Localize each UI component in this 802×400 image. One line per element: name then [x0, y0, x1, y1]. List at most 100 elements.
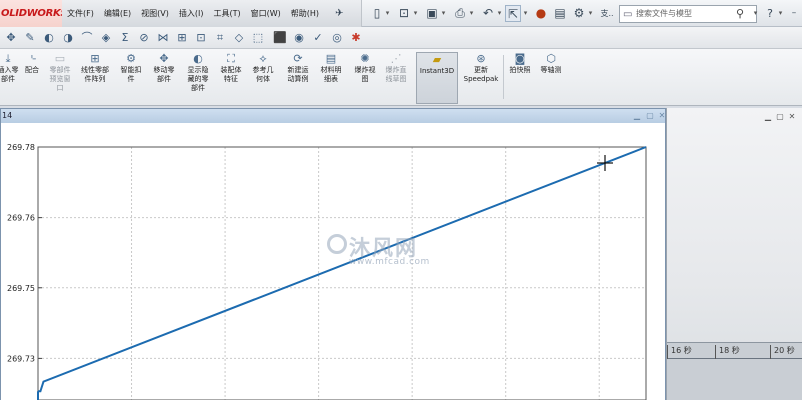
instant3d-button[interactable]: ▰ Instant3D: [416, 52, 458, 104]
file-properties-icon[interactable]: ▤: [553, 5, 567, 22]
chevron-down-icon[interactable]: ▾: [496, 5, 503, 22]
plot-window-title: 14: [2, 111, 13, 120]
move-icon[interactable]: ✥: [3, 30, 19, 46]
timeline-tick: 18 秒: [715, 345, 740, 359]
link-icon[interactable]: ⌗: [212, 30, 228, 46]
menu-help[interactable]: 帮助(H): [286, 8, 324, 19]
save-icon[interactable]: ▣: [424, 5, 440, 22]
isometric-button[interactable]: ⬡ 等轴测: [537, 52, 565, 75]
series-line: [38, 146, 647, 393]
chevron-down-icon[interactable]: ▾: [412, 5, 419, 22]
component-preview-button[interactable]: ▭ 零部件 预览窗 口: [45, 52, 75, 93]
more-label[interactable]: 支..: [597, 5, 617, 22]
chevron-down-icon[interactable]: ▾: [777, 5, 784, 22]
insert-component-button[interactable]: ⤓ 插入零 部件: [0, 52, 20, 84]
move-component-icon: ✥: [159, 52, 169, 65]
select-icon[interactable]: ⇱: [505, 5, 521, 22]
reference-geometry-icon: ⟡: [259, 52, 267, 65]
edit-icon[interactable]: ✎: [22, 30, 38, 46]
restore-icon[interactable]: ▢: [775, 112, 785, 122]
new-file-icon[interactable]: ▯: [370, 5, 384, 22]
assembly-feature-icon: ⛶: [227, 52, 235, 65]
help-button[interactable]: ?: [764, 5, 776, 22]
move-component-button[interactable]: ✥ 移动零 部件: [148, 52, 180, 84]
timeline-tick: 16 秒: [667, 345, 692, 359]
y-tick-label: 269.78: [7, 143, 35, 152]
snapshot-icon: ◙: [514, 52, 526, 65]
search-icon[interactable]: ⚲: [736, 7, 744, 20]
motion-timeline[interactable]: 16 秒 18 秒 20 秒: [667, 342, 802, 400]
open-file-icon[interactable]: ⊡: [396, 5, 412, 22]
view-icon[interactable]: ◑: [60, 30, 76, 46]
maximize-icon[interactable]: ▢: [644, 110, 656, 121]
explode-line-icon: ⋰: [390, 52, 402, 65]
chevron-down-icon[interactable]: ▾: [752, 5, 759, 22]
appearance-icon[interactable]: ◉: [291, 30, 307, 46]
chevron-down-icon[interactable]: ▾: [384, 5, 391, 22]
speedpak-button[interactable]: ⊛ 更新 Speedpak: [461, 52, 501, 84]
hide-icon[interactable]: ⊘: [136, 30, 152, 46]
y-tick-label: 269.75: [7, 284, 35, 293]
explode-line-button[interactable]: ⋰ 爆炸直 线草图: [381, 52, 411, 84]
orient-icon[interactable]: ⬚: [250, 30, 266, 46]
measure-icon[interactable]: ⋈: [155, 30, 171, 46]
exploded-view-button[interactable]: ✺ 爆炸视 图: [350, 52, 380, 84]
close-icon[interactable]: ✕: [787, 112, 797, 122]
y-tick-label: 269.73: [7, 354, 35, 363]
minimize-icon[interactable]: –: [788, 5, 800, 22]
assembly-feature-button[interactable]: ⛶ 装配体 特征: [216, 52, 246, 84]
minimize-icon[interactable]: ▁: [763, 112, 773, 122]
sum-icon[interactable]: Σ: [117, 30, 133, 46]
menu-insert[interactable]: 插入(I): [174, 8, 209, 19]
menu-tools[interactable]: 工具(T): [208, 8, 245, 19]
minimize-icon[interactable]: ▁: [631, 110, 643, 121]
reference-geometry-button[interactable]: ⟡ 参考几 何体: [248, 52, 278, 84]
chevron-down-icon[interactable]: ▾: [468, 5, 475, 22]
settings-icon[interactable]: ✱: [348, 30, 364, 46]
component-preview-icon: ▭: [54, 52, 66, 65]
show-hidden-icon: ◐: [193, 52, 203, 65]
gear-icon[interactable]: ⚙: [572, 5, 586, 22]
graphics-area[interactable]: ▁ ▢ ✕ 16 秒 18 秒 20 秒: [666, 108, 802, 400]
plot-window-caption: 14 ▁ ▢ ✕: [1, 109, 665, 123]
motion-study-button[interactable]: ⟳ 新建运 动算例: [283, 52, 313, 84]
transform-icon[interactable]: ⊡: [193, 30, 209, 46]
layer-icon[interactable]: ⬛: [272, 30, 288, 46]
insert-component-icon: ⤓: [5, 52, 11, 65]
menu-window[interactable]: 窗口(W): [246, 8, 286, 19]
timeline-tick: 20 秒: [770, 345, 795, 359]
smart-fastener-button[interactable]: ⚙ 智能扣 件: [116, 52, 146, 84]
rebuild-icon[interactable]: ●: [535, 5, 547, 22]
linear-pattern-button[interactable]: ⊞ 线性零部 件阵列: [76, 52, 114, 84]
check-icon[interactable]: ✓: [310, 30, 326, 46]
scene-icon[interactable]: ◎: [329, 30, 345, 46]
pin-icon[interactable]: ✈: [330, 8, 348, 19]
smart-fastener-icon: ⚙: [126, 52, 136, 65]
print-icon[interactable]: ⎙: [452, 5, 468, 22]
instant3d-icon: ▰: [432, 53, 442, 66]
plot-window: 14 ▁ ▢ ✕ 269.78 269.76 269.75 269.73: [0, 108, 666, 400]
menu-bar: 文件(F) 编辑(E) 视图(V) 插入(I) 工具(T) 窗口(W) 帮助(H…: [62, 0, 362, 27]
bom-button[interactable]: ▤ 材料明 细表: [316, 52, 346, 84]
mate-button[interactable]: ⌎ 配合: [21, 52, 43, 75]
search-placeholder: 搜索文件与模型: [636, 9, 692, 18]
menu-view[interactable]: 视图(V): [136, 8, 174, 19]
motion-study-icon: ⟳: [293, 52, 303, 65]
timeline-ruler: 16 秒 18 秒 20 秒: [667, 345, 802, 359]
plot-frame: [37, 146, 647, 400]
chevron-down-icon[interactable]: ▾: [522, 5, 529, 22]
mate-icon: ⌎: [27, 52, 37, 65]
undo-icon[interactable]: ↶: [480, 5, 496, 22]
menu-file[interactable]: 文件(F): [62, 8, 99, 19]
sketch-icon[interactable]: ⌒: [79, 30, 95, 46]
section-icon[interactable]: ⊞: [174, 30, 190, 46]
display-icon[interactable]: ◐: [41, 30, 57, 46]
show-hidden-button[interactable]: ◐ 显示隐 藏的零 部件: [182, 52, 214, 93]
snapshot-button[interactable]: ◙ 拍快照: [506, 52, 534, 75]
cube-icon[interactable]: ◇: [231, 30, 247, 46]
component-icon[interactable]: ◈: [98, 30, 114, 46]
chevron-down-icon[interactable]: ▾: [440, 5, 447, 22]
menu-edit[interactable]: 编辑(E): [99, 8, 136, 19]
chevron-down-icon[interactable]: ▾: [587, 5, 594, 22]
plot-area[interactable]: 269.78 269.76 269.75 269.73: [1, 123, 665, 400]
